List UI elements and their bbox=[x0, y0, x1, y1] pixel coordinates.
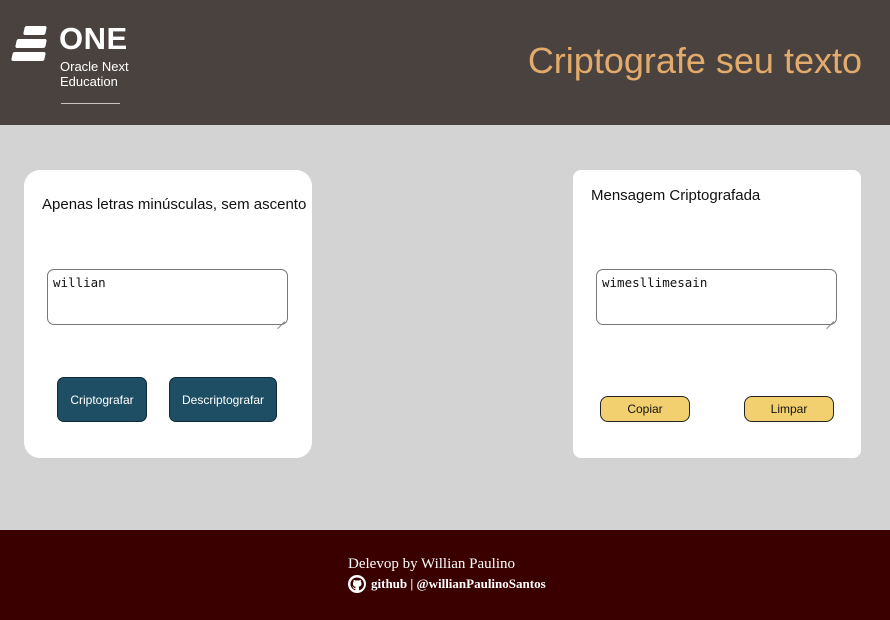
github-icon bbox=[348, 575, 366, 593]
encrypt-button[interactable]: Criptografar bbox=[57, 377, 147, 422]
output-textarea[interactable]: wimesllimesain bbox=[596, 269, 837, 325]
decrypt-button[interactable]: Descriptografar bbox=[169, 377, 277, 422]
resize-handle-icon[interactable] bbox=[277, 314, 285, 322]
copy-button[interactable]: Copiar bbox=[600, 396, 690, 422]
output-panel: Mensagem Criptografada wimesllimesain Co… bbox=[573, 170, 861, 458]
header: ONE Oracle Next Education Criptografe se… bbox=[0, 0, 890, 125]
logo-underline bbox=[61, 103, 120, 104]
logo-subtitle: Oracle Next Education bbox=[60, 59, 129, 89]
one-logo-icon bbox=[10, 26, 48, 64]
footer: Delevop by Willian Paulino github | @wil… bbox=[0, 530, 890, 620]
input-panel: Apenas letras minúsculas, sem ascento wi… bbox=[24, 170, 312, 458]
footer-credit: Delevop by Willian Paulino bbox=[348, 556, 516, 572]
input-textarea-value: willian bbox=[53, 275, 106, 290]
github-link-text: github | @willianPaulinoSantos bbox=[371, 576, 546, 591]
resize-handle-icon[interactable] bbox=[826, 314, 834, 322]
clear-button[interactable]: Limpar bbox=[744, 396, 834, 422]
logo-wordmark: ONE bbox=[59, 21, 128, 56]
input-textarea[interactable]: willian bbox=[47, 269, 288, 325]
github-link[interactable]: github | @willianPaulinoSantos bbox=[348, 575, 546, 593]
page-title: Criptografe seu texto bbox=[527, 40, 862, 81]
output-textarea-value: wimesllimesain bbox=[602, 275, 708, 290]
input-instruction: Apenas letras minúsculas, sem ascento bbox=[42, 196, 307, 213]
output-label: Mensagem Criptografada bbox=[591, 187, 761, 204]
oracle-one-logo: ONE Oracle Next Education bbox=[10, 22, 135, 112]
